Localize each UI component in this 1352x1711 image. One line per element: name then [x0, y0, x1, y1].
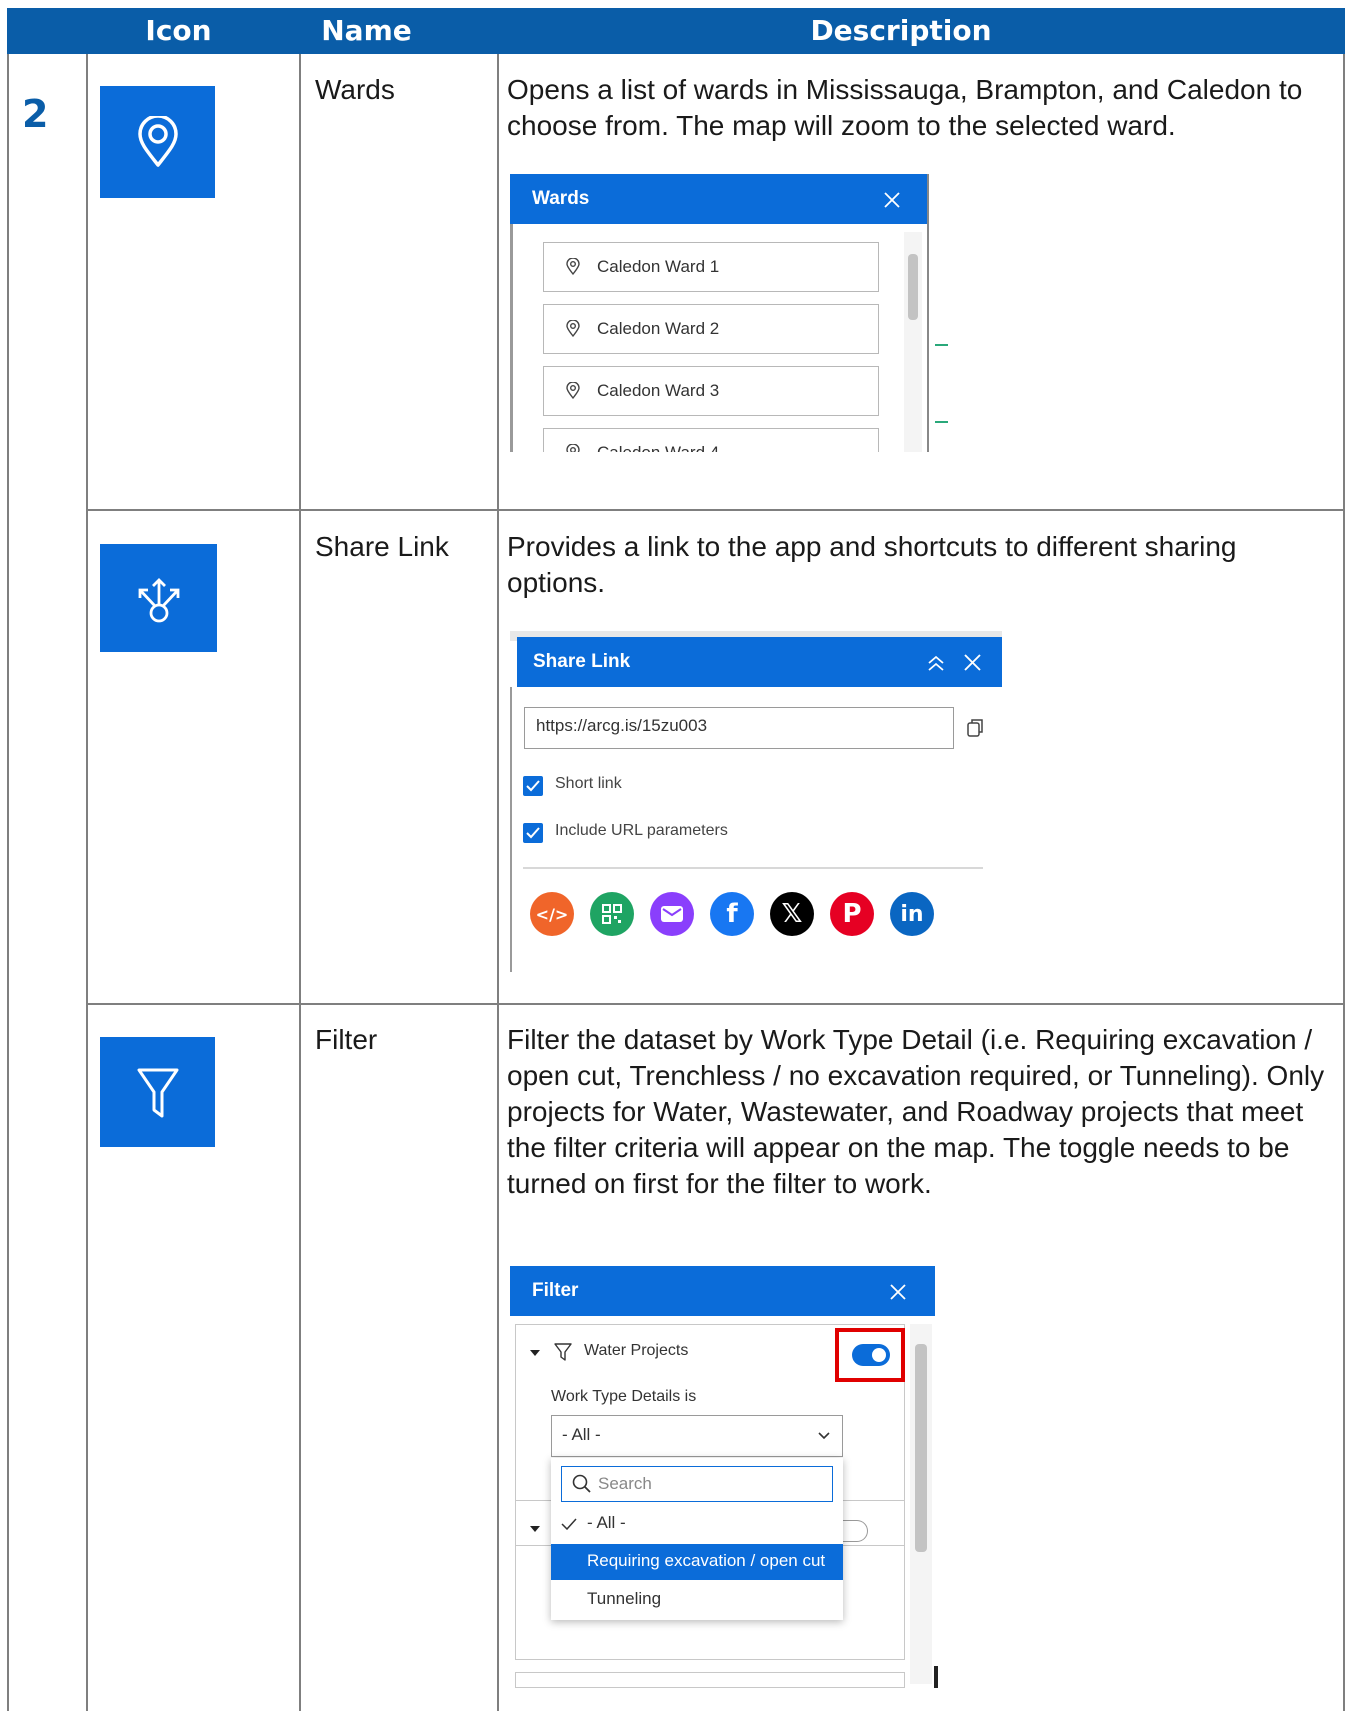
caret-down-icon[interactable]: [529, 1348, 541, 1358]
grid-line: [1343, 54, 1345, 1711]
caret-down-icon[interactable]: [529, 1524, 541, 1534]
email-icon[interactable]: [650, 892, 694, 936]
map-pin-icon: [100, 86, 215, 198]
work-type-dropdown-menu: Search - All - Requiring excavation / op…: [551, 1458, 843, 1620]
share-link-panel-header: Share Link: [517, 637, 1002, 687]
panel-border: [510, 224, 513, 452]
share-url-input[interactable]: https://arcg.is/15zu003: [524, 707, 954, 749]
select-value: - All -: [562, 1425, 601, 1444]
copy-icon[interactable]: [966, 718, 984, 738]
close-icon[interactable]: [889, 1283, 907, 1301]
short-link-checkbox[interactable]: [523, 776, 543, 796]
collapse-icon[interactable]: [926, 654, 946, 672]
header-description: Description: [810, 14, 992, 47]
qr-code-icon[interactable]: [590, 892, 634, 936]
menu-item-label: Requiring excavation / open cut: [587, 1551, 826, 1570]
search-icon: [572, 1474, 591, 1493]
wards-panel-title: Wards: [532, 188, 590, 209]
list-item[interactable]: Caledon Ward 1: [543, 242, 879, 292]
wards-panel-screenshot: Wards Caledon Ward 1 Caledon Ward 2 Cale…: [510, 174, 948, 452]
linkedin-icon[interactable]: in: [890, 892, 934, 936]
close-icon[interactable]: [963, 653, 982, 672]
pinterest-icon[interactable]: P: [830, 892, 874, 936]
row-description-share-link: Provides a link to the app and shortcuts…: [507, 531, 1237, 598]
menu-item-requiring-excavation[interactable]: Requiring excavation / open cut: [551, 1544, 843, 1580]
menu-item-tunneling[interactable]: Tunneling: [551, 1582, 843, 1618]
ward-label: Caledon Ward 1: [597, 257, 720, 276]
grid-line: [7, 54, 9, 1711]
map-road: [935, 421, 948, 423]
row-name-filter: Filter: [315, 1024, 378, 1055]
check-icon: [526, 780, 540, 792]
list-item[interactable]: Caledon Ward 3: [543, 366, 879, 416]
map-pin-icon: [566, 258, 580, 275]
filter-group: [515, 1672, 905, 1688]
ward-label: Caledon Ward 3: [597, 381, 720, 400]
panel-corner: [934, 1666, 938, 1688]
chevron-down-icon: [818, 1432, 830, 1440]
divider: [523, 867, 983, 869]
wards-panel-header: Wards: [510, 174, 927, 224]
check-icon: [526, 827, 540, 839]
ward-label: Caledon Ward 4: [597, 443, 719, 452]
facebook-icon[interactable]: f: [710, 892, 754, 936]
check-icon: [561, 1518, 577, 1530]
close-icon[interactable]: [883, 191, 901, 209]
map-pin-icon: [566, 444, 580, 452]
filter-group-label: Water Projects: [584, 1342, 689, 1359]
row-name-wards: Wards: [315, 74, 395, 105]
row-description-wards: Opens a list of wards in Mississauga, Br…: [507, 74, 1303, 141]
search-placeholder: Search: [598, 1474, 652, 1493]
filter-panel-header: Filter: [510, 1266, 935, 1316]
filter-toggle[interactable]: [842, 1520, 868, 1542]
grid-line: [497, 54, 499, 1711]
scrollbar-thumb[interactable]: [908, 254, 918, 320]
menu-item-label: Tunneling: [587, 1589, 662, 1608]
filter-funnel-icon: [554, 1343, 572, 1361]
share-nodes-icon: [100, 544, 217, 652]
share-link-panel-screenshot: Share Link https://arcg.is/15zu003 Short…: [510, 631, 1002, 972]
filter-panel-screenshot: Filter Water Projects Work Type Details …: [510, 1266, 938, 1688]
grid-line: [86, 54, 88, 1711]
work-type-select[interactable]: - All -: [551, 1415, 843, 1457]
ward-label: Caledon Ward 2: [597, 319, 720, 338]
include-url-params-checkbox[interactable]: [523, 823, 543, 843]
search-input[interactable]: Search: [561, 1466, 833, 1502]
share-link-panel-title: Share Link: [533, 651, 631, 672]
map-pin-icon: [566, 320, 580, 337]
filter-panel-title: Filter: [532, 1280, 579, 1301]
panel-border: [510, 687, 512, 972]
map-pin-icon: [566, 382, 580, 399]
condition-label: Work Type Details is: [551, 1388, 697, 1405]
scrollbar-thumb[interactable]: [915, 1344, 927, 1552]
filter-funnel-icon: [100, 1037, 215, 1147]
include-url-params-label: Include URL parameters: [555, 822, 728, 839]
header-icon: Icon: [145, 14, 212, 47]
menu-item-all[interactable]: - All -: [551, 1506, 843, 1542]
grid-line: [299, 54, 301, 1711]
map-edge: [927, 174, 948, 452]
row-name-share-link: Share Link: [315, 531, 449, 562]
embed-icon[interactable]: </>: [530, 892, 574, 936]
list-item[interactable]: Caledon Ward 4: [543, 428, 879, 452]
map-road: [935, 344, 948, 346]
row-number: 2: [22, 92, 49, 136]
grid-line: [86, 509, 1345, 511]
menu-item-label: - All -: [587, 1513, 626, 1532]
table-header: Icon Name Description: [7, 8, 1345, 54]
toggle-knob: [872, 1348, 886, 1362]
x-icon[interactable]: 𝕏: [770, 892, 814, 936]
list-item[interactable]: Caledon Ward 2: [543, 304, 879, 354]
row-description-filter: Filter the dataset by Work Type Detail (…: [507, 1024, 1325, 1199]
header-name: Name: [321, 14, 412, 47]
grid-line: [86, 1003, 1345, 1005]
filter-toggle[interactable]: [852, 1344, 890, 1366]
short-link-label: Short link: [555, 775, 622, 792]
